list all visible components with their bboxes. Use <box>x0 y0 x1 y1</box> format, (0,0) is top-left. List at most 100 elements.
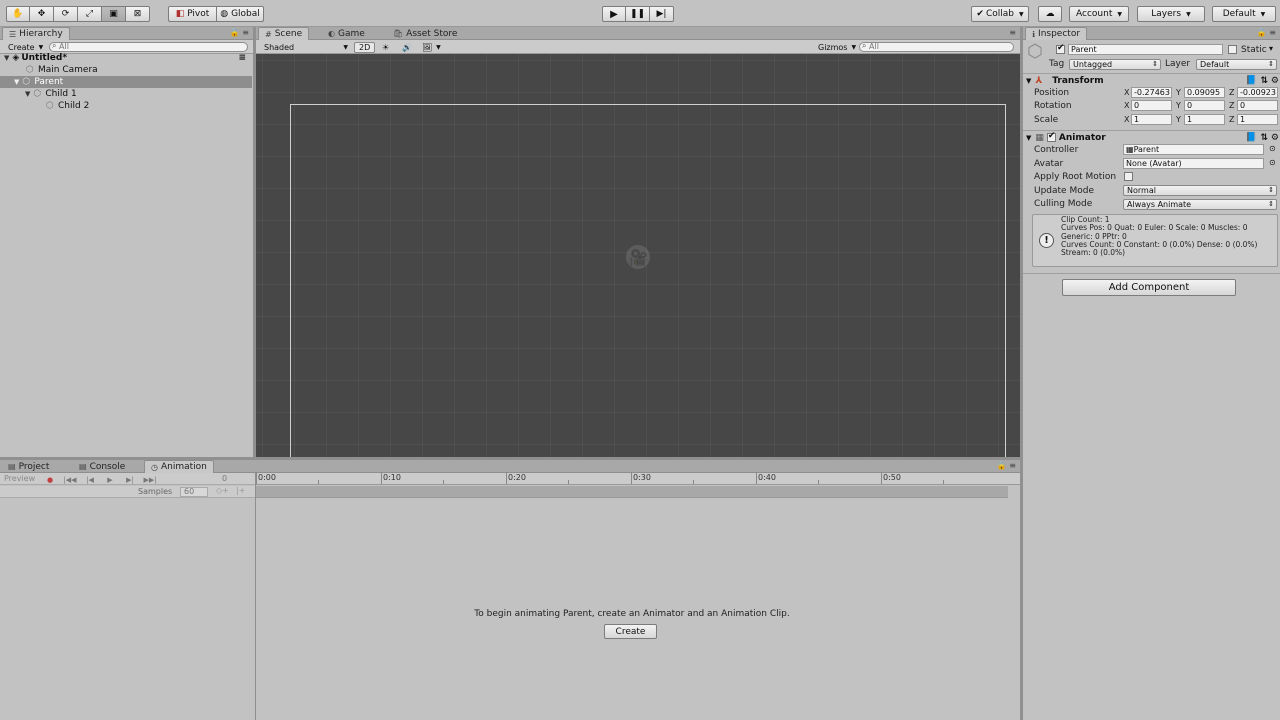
prev-frame-button[interactable]: |◀ <box>80 474 100 485</box>
timeline-scrollbar[interactable] <box>1008 486 1020 720</box>
gear-icon[interactable]: ⚙ <box>1271 133 1279 143</box>
cloud-button[interactable]: ☁ <box>1038 6 1062 22</box>
avatar-field[interactable]: None (Avatar) <box>1123 158 1264 169</box>
preview-toggle[interactable]: Preview <box>4 474 35 483</box>
add-event-icon[interactable]: |+ <box>236 486 245 495</box>
divider[interactable] <box>253 27 256 457</box>
move-tool-button[interactable]: ✥ <box>30 6 54 22</box>
layout-dropdown[interactable]: Default ▼ <box>1212 6 1276 22</box>
tab-animation[interactable]: ◷ Animation <box>144 460 214 473</box>
global-button[interactable]: ◍ Global <box>217 6 264 22</box>
expand-triangle-icon[interactable]: ▼ <box>25 90 30 98</box>
update-mode-dropdown[interactable]: Normal <box>1123 185 1277 196</box>
collab-dropdown[interactable]: ✔ Collab ▼ <box>971 6 1029 22</box>
frame-field[interactable]: 0 <box>222 474 227 483</box>
last-frame-button[interactable]: ▶▶| <box>140 474 160 485</box>
help-icon[interactable]: 📘 <box>1246 133 1257 143</box>
expand-triangle-icon[interactable]: ▼ <box>14 78 19 86</box>
step-button[interactable]: ▶| <box>650 6 674 22</box>
scene-root-row[interactable]: ▼ ◈ Untitled* ≡ <box>0 52 252 64</box>
object-name-field[interactable]: Parent <box>1068 44 1223 55</box>
preset-icon[interactable]: ⇅ <box>1260 76 1268 86</box>
static-dropdown-icon[interactable]: ▾ <box>1269 44 1273 53</box>
mode-2d-toggle[interactable]: 2D <box>354 42 376 53</box>
tab-scene[interactable]: # Scene <box>258 27 310 40</box>
object-picker-icon[interactable]: ⊙ <box>1269 144 1276 153</box>
hierarchy-item-main-camera[interactable]: ⬡ Main Camera <box>0 64 252 76</box>
collapse-triangle-icon[interactable]: ▼ <box>1026 77 1031 85</box>
rotation-z-field[interactable]: 0 <box>1237 100 1278 111</box>
rotate-tool-button[interactable]: ⟳ <box>54 6 78 22</box>
tab-inspector[interactable]: ℹ Inspector <box>1025 27 1088 40</box>
preset-icon[interactable]: ⇅ <box>1260 133 1268 143</box>
active-checkbox[interactable] <box>1056 43 1065 54</box>
position-x-field[interactable]: -0.27463 <box>1131 87 1172 98</box>
divider[interactable] <box>1020 27 1023 720</box>
hierarchy-item-child1[interactable]: ▼ ⬡ Child 1 <box>0 88 252 100</box>
scale-x-field[interactable]: 1 <box>1131 114 1172 125</box>
add-keyframe-icon[interactable]: ◇+ <box>216 486 229 495</box>
rotation-x-field[interactable]: 0 <box>1131 100 1172 111</box>
root-motion-checkbox[interactable] <box>1124 172 1133 181</box>
timeline-tick <box>818 480 819 484</box>
hand-tool-button[interactable]: ✋ <box>6 6 30 22</box>
audio-toggle[interactable]: 🔊 <box>398 42 416 53</box>
add-component-button[interactable]: Add Component <box>1062 279 1236 296</box>
tab-hierarchy[interactable]: ☰ Hierarchy <box>2 27 70 40</box>
hierarchy-item-child2[interactable]: ⬡ Child 2 <box>0 100 252 112</box>
samples-field[interactable]: 60 <box>180 487 208 497</box>
static-checkbox[interactable] <box>1228 45 1237 54</box>
object-picker-icon[interactable]: ⊙ <box>1269 158 1276 167</box>
account-dropdown[interactable]: Account ▼ <box>1069 6 1129 22</box>
tab-console[interactable]: ▤ Console <box>73 460 131 473</box>
panel-menu-icon[interactable]: 🔒 ≡ <box>997 461 1016 470</box>
panel-menu-icon[interactable]: 🔒 ≡ <box>230 28 249 37</box>
transform-header[interactable]: ▼ ⅄ Transform 📘 ⇅ ⚙ <box>1023 73 1280 87</box>
next-frame-button[interactable]: ▶| <box>120 474 140 485</box>
rect-tool-button[interactable]: ▣ <box>102 6 126 22</box>
gear-icon[interactable]: ⚙ <box>1271 76 1279 86</box>
scale-y-field[interactable]: 1 <box>1184 114 1225 125</box>
scale-z-field[interactable]: 1 <box>1237 114 1278 125</box>
transform-tool-button[interactable]: ⊠ <box>126 6 150 22</box>
hierarchy-search-input[interactable]: All <box>49 42 248 52</box>
pause-button[interactable]: ❚❚ <box>626 6 650 22</box>
culling-mode-dropdown[interactable]: Always Animate <box>1123 199 1277 210</box>
tab-game[interactable]: ◐ Game <box>322 27 371 40</box>
create-animation-button[interactable]: Create <box>604 624 657 639</box>
divider[interactable] <box>0 457 1020 460</box>
play-button[interactable]: ▶ <box>602 6 626 22</box>
gizmos-dropdown[interactable]: Gizmos ▼ <box>814 42 860 53</box>
rotation-y-field[interactable]: 0 <box>1184 100 1225 111</box>
collapse-triangle-icon[interactable]: ▼ <box>1026 134 1031 142</box>
scene-viewport[interactable]: 🎥 <box>256 54 1020 465</box>
animator-header[interactable]: ▼ ▦ Animator 📘 ⇅ ⚙ <box>1023 130 1280 144</box>
position-z-field[interactable]: -0.00923 <box>1237 87 1278 98</box>
camera-gizmo-icon[interactable]: 🎥 <box>626 245 650 269</box>
tab-project[interactable]: ▤ Project <box>2 460 55 473</box>
layer-dropdown[interactable]: Default <box>1196 59 1277 70</box>
panel-menu-icon[interactable]: ≡ <box>1009 28 1016 37</box>
tag-dropdown[interactable]: Untagged <box>1069 59 1161 70</box>
help-icon[interactable]: 📘 <box>1246 76 1257 86</box>
timeline-ruler[interactable]: 0:00 0:10 0:20 0:30 0:40 0:50 <box>256 472 1020 485</box>
event-track[interactable] <box>256 486 1008 498</box>
record-button[interactable]: ● <box>40 474 60 485</box>
scene-menu-icon[interactable]: ≡ <box>238 53 246 63</box>
scale-tool-button[interactable]: ⤢ <box>78 6 102 22</box>
panel-menu-icon[interactable]: 🔒 ≡ <box>1257 28 1276 37</box>
position-y-field[interactable]: 0.09095 <box>1184 87 1225 98</box>
effects-dropdown[interactable]: 🖼 ▼ <box>418 42 445 53</box>
hierarchy-item-parent[interactable]: ▼ ⬡ Parent <box>0 76 252 88</box>
tab-asset-store[interactable]: 🛍 Asset Store <box>387 27 463 40</box>
pivot-button[interactable]: ◧ Pivot <box>168 6 217 22</box>
first-frame-button[interactable]: |◀◀ <box>60 474 80 485</box>
layers-dropdown[interactable]: Layers ▼ <box>1137 6 1205 22</box>
lighting-toggle[interactable]: ☀ <box>378 42 393 53</box>
play-animation-button[interactable]: ▶ <box>100 474 120 485</box>
animator-enabled-checkbox[interactable] <box>1046 131 1056 142</box>
scene-search-input[interactable]: All <box>859 42 1014 52</box>
expand-triangle-icon[interactable]: ▼ <box>4 54 9 62</box>
shading-dropdown[interactable]: Shaded ▼ <box>260 42 350 53</box>
controller-field[interactable]: ▦Parent <box>1123 144 1264 155</box>
